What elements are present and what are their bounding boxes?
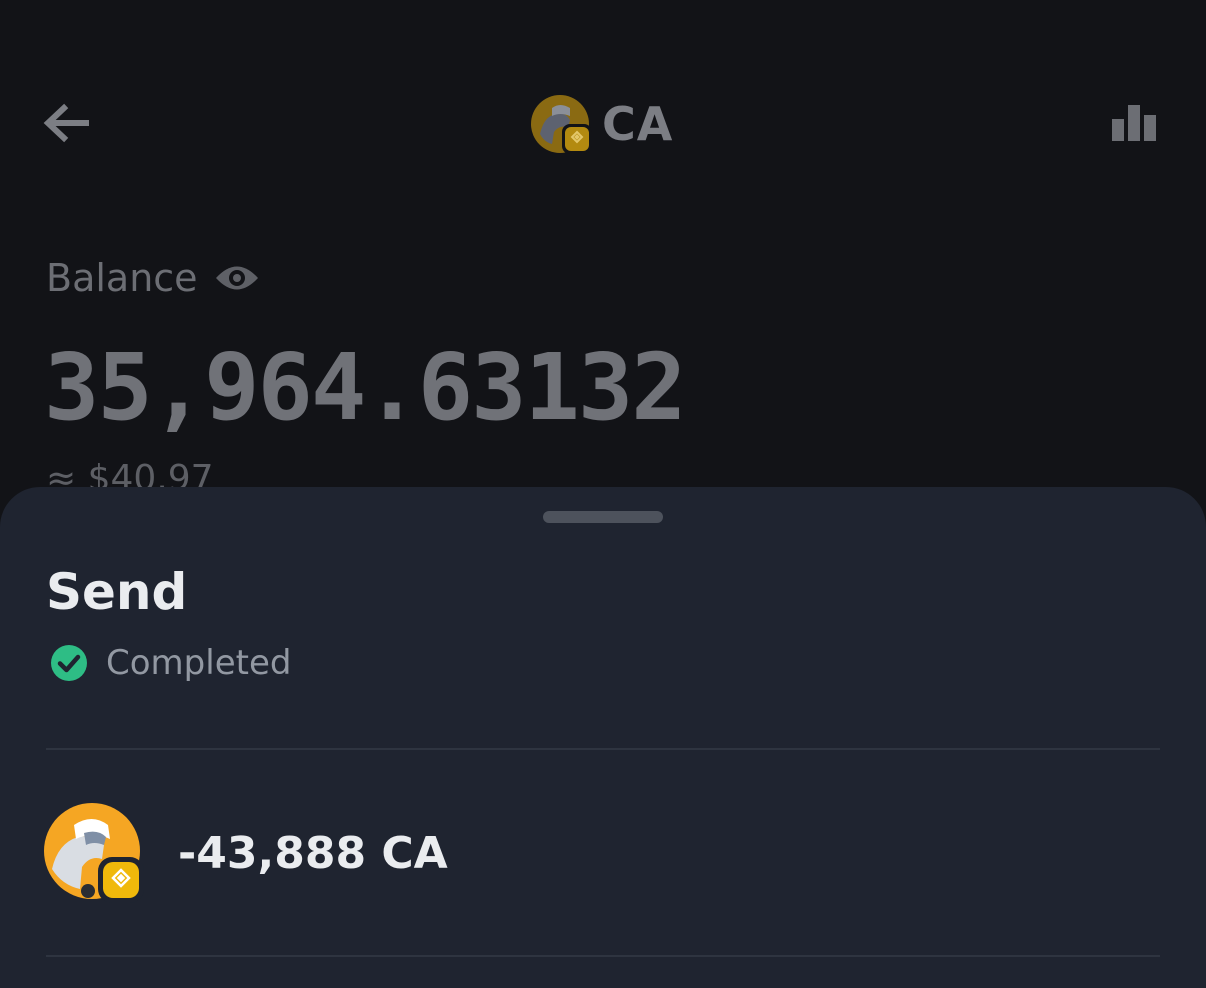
check-circle-icon: [51, 645, 87, 681]
balance-label: Balance: [46, 256, 198, 300]
transaction-detail-sheet: Send Completed -43,888 CA: [0, 487, 1206, 988]
sheet-drag-handle[interactable]: [543, 511, 663, 523]
back-button[interactable]: [40, 100, 92, 146]
transaction-amount-row: -43,888 CA: [44, 803, 448, 903]
token-avatar: [44, 803, 144, 903]
bar-chart-icon: [1112, 105, 1156, 141]
balance-amount: 35,964.63132: [44, 334, 687, 441]
balance-header: Balance: [46, 256, 260, 300]
divider: [46, 955, 1160, 957]
toggle-visibility-button[interactable]: [214, 261, 260, 295]
eye-icon: [215, 266, 258, 290]
token-detail-screen: CA Balance 35,964.63132 ≈ $40.97 Send Co…: [0, 0, 1206, 988]
token-avatar: [530, 94, 592, 154]
status-indicator: Completed: [50, 643, 291, 683]
token-title: CA: [530, 92, 673, 156]
status-text: Completed: [106, 643, 292, 683]
bnb-badge: [98, 857, 144, 903]
divider: [46, 748, 1160, 750]
transaction-type-title: Send: [46, 563, 188, 621]
bnb-badge: [562, 124, 592, 154]
transaction-amount: -43,888 CA: [178, 827, 448, 879]
chart-button[interactable]: [1106, 100, 1162, 146]
arrow-left-icon: [43, 103, 89, 143]
token-symbol-title: CA: [602, 97, 674, 151]
